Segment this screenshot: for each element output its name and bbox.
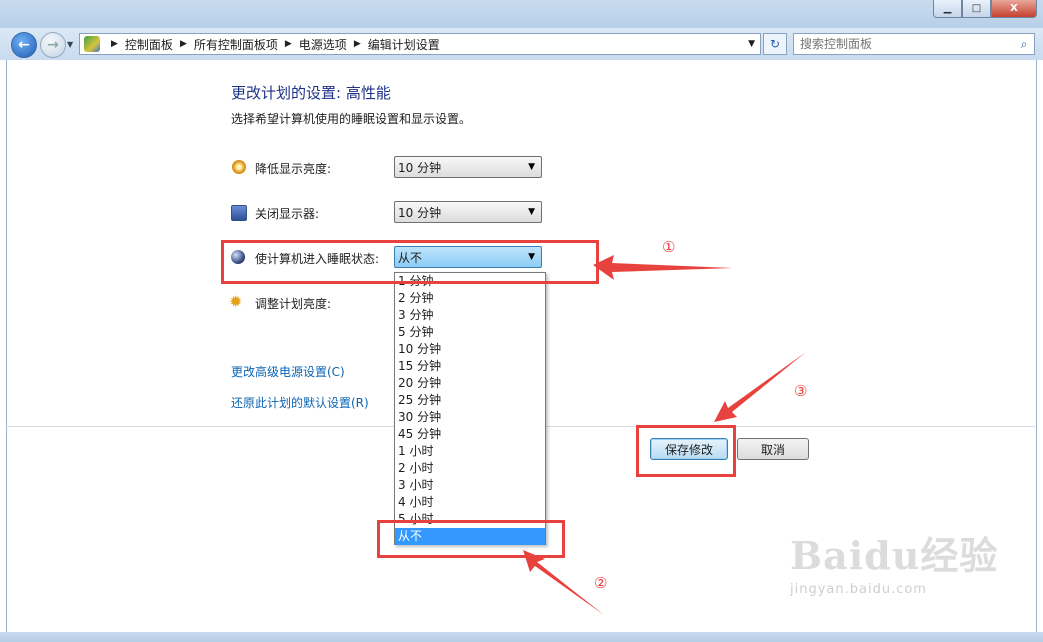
watermark-brand: Baidu经验: [790, 533, 999, 578]
annotation-number-two: ②: [594, 574, 608, 592]
annotation-number-one: ①: [662, 238, 676, 256]
annotation-number-three: ③: [794, 382, 808, 400]
arrow-one: [593, 255, 733, 280]
watermark-url: jingyan.baidu.com: [790, 582, 927, 597]
arrow-three: [714, 352, 806, 422]
baidu-watermark: Baidu经验 jingyan.baidu.com: [790, 525, 998, 597]
arrow-two: [523, 550, 604, 615]
